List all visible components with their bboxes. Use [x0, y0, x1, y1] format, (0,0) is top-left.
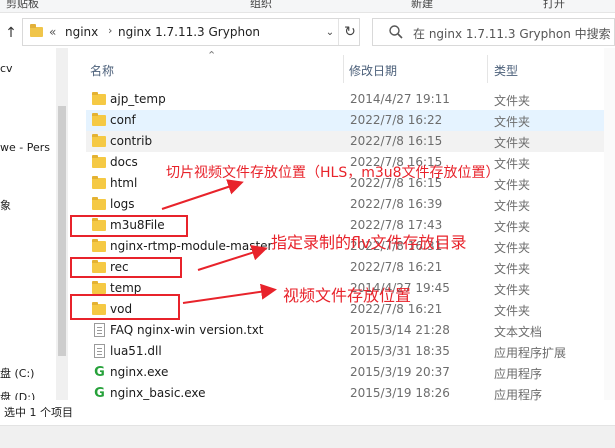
file-name: html — [110, 176, 138, 190]
search-input[interactable]: 在 nginx 1.7.11.3 Gryphon 中搜索 — [372, 18, 615, 46]
nav-item-drive-c[interactable]: 盘 (C:) — [0, 365, 34, 381]
file-row[interactable]: contrib 2022/7/8 16:15 文件夹 — [86, 131, 608, 152]
file-name: nginx_basic.exe — [110, 386, 206, 400]
file-modified-date: 2015/3/31 18:35 — [350, 344, 450, 358]
file-modified-date: 2022/7/8 16:21 — [350, 260, 443, 274]
nav-item-onedrive[interactable]: we - Pers — [0, 141, 50, 154]
status-selection-count: 选中 1 个项目 — [4, 406, 73, 419]
nav-item-objects[interactable]: 象 — [0, 197, 11, 213]
file-modified-date: 2015/3/14 21:28 — [350, 323, 450, 337]
folder-icon — [92, 113, 106, 126]
file-row[interactable]: FAQ nginx-win version.txt 2015/3/14 21:28… — [86, 320, 608, 341]
chevron-right-icon[interactable]: › — [108, 24, 112, 37]
column-header-type[interactable]: 类型 — [494, 62, 518, 79]
chevron-down-icon[interactable]: ⌄ — [322, 19, 338, 45]
folder-icon — [92, 176, 106, 189]
ribbon-label-new: 新建 — [411, 0, 433, 10]
horizontal-scrollbar[interactable] — [0, 425, 615, 448]
file-modified-date: 2015/3/19 20:37 — [350, 365, 450, 379]
nav-item-cv[interactable]: cv — [0, 62, 13, 75]
dll-file-icon — [94, 344, 105, 358]
file-type: 文件夹 — [494, 115, 531, 129]
address-bar[interactable]: « nginx › nginx 1.7.11.3 Gryphon ⌄ ↻ — [22, 18, 360, 46]
column-header-name[interactable]: 名称 — [90, 62, 114, 79]
folder-icon — [92, 134, 106, 147]
file-row[interactable]: lua51.dll 2015/3/31 18:35 应用程序扩展 — [86, 341, 608, 362]
folder-icon — [92, 197, 106, 210]
file-name: nginx-rtmp-module-master — [110, 239, 273, 253]
file-type: 文本文档 — [494, 325, 543, 339]
file-type: 文件夹 — [494, 241, 531, 255]
file-modified-date: 2022/7/8 16:22 — [350, 113, 443, 127]
navigation-scrollbar[interactable] — [56, 48, 68, 400]
text-file-icon — [94, 323, 105, 337]
file-modified-date: 2022/7/8 16:15 — [350, 134, 443, 148]
file-modified-date: 2014/4/27 19:11 — [350, 92, 450, 106]
column-divider[interactable] — [487, 55, 488, 83]
scrollbar-thumb[interactable] — [58, 106, 66, 356]
breadcrumb-overflow[interactable]: « — [49, 25, 56, 39]
file-row[interactable]: conf 2022/7/8 16:22 文件夹 — [86, 110, 608, 131]
folder-icon — [92, 92, 106, 105]
file-type: 应用程序扩展 — [494, 346, 567, 360]
column-header-date[interactable]: 修改日期 — [349, 62, 397, 79]
file-type: 文件夹 — [494, 304, 531, 318]
sort-ascending-icon: ⌃ — [207, 49, 217, 62]
file-type: 文件夹 — [494, 220, 531, 234]
file-type: 应用程序 — [494, 388, 543, 402]
file-modified-date: 2022/7/8 16:39 — [350, 197, 443, 211]
nav-item-drive-d[interactable]: 盘 (D:) — [0, 389, 35, 400]
folder-icon — [92, 155, 106, 168]
folder-icon — [30, 24, 43, 37]
file-type: 文件夹 — [494, 262, 531, 276]
file-type: 文件夹 — [494, 136, 531, 150]
file-name: ajp_temp — [110, 92, 166, 106]
file-type: 文件夹 — [494, 94, 531, 108]
file-name: temp — [110, 281, 142, 295]
annotation-box-vod — [70, 294, 180, 320]
file-row[interactable]: ajp_temp 2014/4/27 19:11 文件夹 — [86, 89, 608, 110]
ribbon-label-open: 打开 — [543, 0, 565, 10]
ribbon: 剪贴板 组织 新建 打开 — [0, 0, 615, 13]
file-type: 应用程序 — [494, 367, 543, 381]
file-type: 文件夹 — [494, 283, 531, 297]
annotation-text-vod: 视频文件存放位置 — [283, 286, 412, 305]
file-name: lua51.dll — [110, 344, 162, 358]
up-arrow-icon[interactable]: ↑ — [2, 23, 20, 43]
file-name: conf — [110, 113, 136, 127]
search-icon — [389, 25, 403, 39]
refresh-icon[interactable]: ↻ — [338, 19, 361, 45]
ribbon-label-organize: 组织 — [250, 0, 272, 10]
nginx-exe-icon: G — [94, 386, 105, 401]
file-modified-date: 2015/3/19 18:26 — [350, 386, 450, 400]
breadcrumb-nginx-gryphon[interactable]: nginx 1.7.11.3 Gryphon — [118, 25, 260, 39]
file-row[interactable]: logs 2022/7/8 16:39 文件夹 — [86, 194, 608, 215]
file-row[interactable]: Gnginx_basic.exe 2015/3/19 18:26 应用程序 — [86, 383, 608, 404]
file-type: 文件夹 — [494, 199, 531, 213]
file-name: nginx.exe — [110, 365, 169, 379]
nginx-exe-icon: G — [94, 365, 105, 380]
folder-icon — [92, 281, 106, 294]
annotation-text-rec: 指定录制的flv文件存放目录 — [271, 233, 467, 252]
search-placeholder: 在 nginx 1.7.11.3 Gryphon 中搜索 — [413, 27, 611, 41]
file-name: docs — [110, 155, 138, 169]
file-name: contrib — [110, 134, 153, 148]
annotation-text-m3u8: 切片视频文件存放位置（HLS，m3u8文件存放位置） — [166, 165, 500, 181]
folder-icon — [92, 239, 106, 252]
file-row[interactable]: Gnginx.exe 2015/3/19 20:37 应用程序 — [86, 362, 608, 383]
file-name: FAQ nginx-win version.txt — [110, 323, 264, 337]
breadcrumb-nginx[interactable]: nginx — [65, 25, 98, 39]
file-name: logs — [110, 197, 135, 211]
file-list-scrollbar[interactable] — [604, 48, 615, 400]
column-divider[interactable] — [343, 55, 344, 83]
annotation-box-m3u8file — [70, 215, 188, 237]
ribbon-label-clipboard: 剪贴板 — [6, 0, 39, 10]
annotation-box-rec — [70, 257, 182, 278]
